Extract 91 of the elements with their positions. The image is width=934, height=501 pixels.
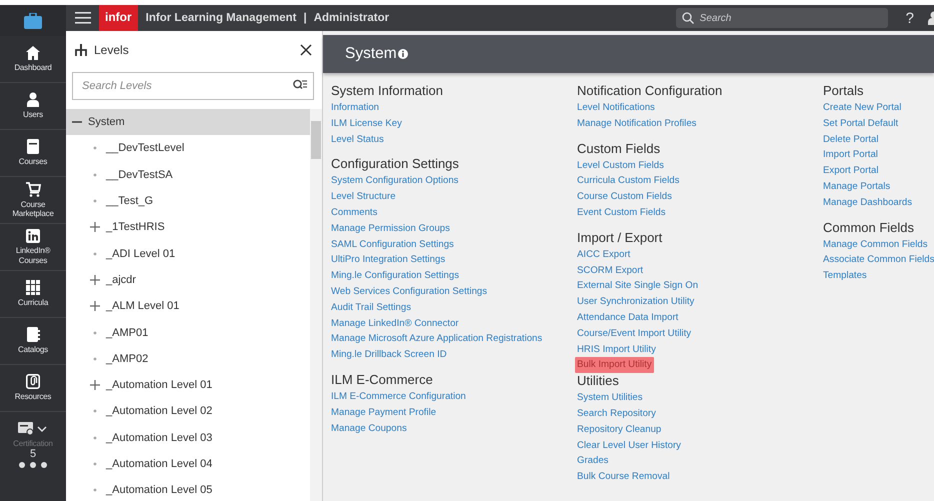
certificate-icon [18, 422, 48, 436]
admin-link[interactable]: Information [331, 100, 379, 116]
brand-logo: infor [99, 5, 138, 31]
admin-link[interactable]: Manage Portals [823, 178, 890, 195]
admin-link[interactable]: Course Custom Fields [577, 189, 672, 205]
admin-link[interactable]: Import Portal [823, 147, 878, 164]
admin-link[interactable]: Manage Coupons [331, 420, 407, 436]
search-field[interactable]: Search [676, 8, 888, 28]
admin-link[interactable]: ILM E-Commerce Configuration [331, 388, 466, 405]
search-icon [682, 12, 694, 24]
admin-link[interactable]: Manage Permission Groups [331, 220, 450, 237]
admin-link[interactable]: AICC Export [577, 246, 630, 263]
admin-link[interactable]: Course/Event Import Utility [577, 326, 692, 342]
admin-link[interactable]: External Site Single Sign On [577, 278, 698, 294]
admin-link[interactable]: Ming.le Drillback Screen ID [331, 347, 447, 363]
admin-link[interactable]: Associate Common Fields [823, 252, 934, 268]
admin-link[interactable]: HRIS Import Utility [577, 342, 656, 358]
admin-link[interactable]: Level Custom Fields [577, 158, 664, 174]
admin-link[interactable]: Attendance Data Import [577, 310, 678, 326]
admin-link[interactable]: Manage LinkedIn® Connector [331, 316, 459, 332]
user-icon [27, 92, 39, 108]
admin-link[interactable]: Level Notifications [577, 100, 655, 116]
role-label: Administrator [314, 12, 390, 24]
section-heading: Portals [823, 83, 864, 99]
close-icon[interactable] [300, 44, 312, 56]
admin-link[interactable]: Manage Common Fields [823, 236, 928, 252]
panel-title: Levels [94, 43, 129, 57]
admin-link[interactable]: System Configuration Options [331, 173, 458, 190]
section-heading: System Information [331, 83, 444, 99]
admin-link[interactable]: Bulk Course Removal [577, 469, 670, 485]
cart-icon [26, 182, 40, 197]
books-icon [26, 280, 40, 296]
admin-link[interactable]: Ming.le Configuration Settings [331, 268, 459, 284]
admin-link[interactable]: Manage Microsoft Azure Application Registrations [331, 331, 542, 348]
admin-link[interactable]: Event Custom Fields [577, 204, 666, 221]
admin-link[interactable]: Level Structure [331, 189, 396, 205]
admin-link[interactable]: System Utilities [577, 390, 643, 406]
user-icon[interactable] [926, 11, 934, 25]
admin-link[interactable]: Comments [331, 204, 378, 221]
admin-link[interactable]: Grades [577, 453, 608, 470]
section-heading: Import / Export [577, 230, 664, 246]
home-icon [26, 46, 40, 60]
search-filter-icon [293, 79, 307, 91]
admin-link[interactable]: Set Portal Default [823, 116, 898, 132]
admin-link[interactable]: Curricula Custom Fields [577, 173, 680, 190]
admin-link[interactable]: Templates [823, 268, 867, 284]
expand-icon[interactable] [90, 380, 100, 390]
scrollbar[interactable] [310, 109, 322, 501]
section-heading: Common Fields [823, 220, 916, 236]
admin-link[interactable]: Web Services Configuration Settings [331, 284, 488, 300]
section-heading: Notification Configuration [577, 83, 724, 99]
admin-link[interactable]: Repository Cleanup [577, 422, 662, 438]
search-field[interactable]: Search Levels [72, 72, 314, 100]
help-button[interactable]: ? [906, 10, 914, 26]
admin-link[interactable]: Search Repository [577, 406, 656, 422]
tree-item[interactable]: System [66, 109, 310, 136]
admin-link[interactable]: Create New Portal [823, 100, 902, 116]
admin-link[interactable]: Bulk Import Utility [575, 357, 654, 374]
page-title: System [345, 45, 397, 63]
section-heading: Utilities [577, 373, 620, 390]
admin-link[interactable]: Audit Trail Settings [331, 300, 411, 316]
paperclip-icon [26, 374, 40, 390]
admin-link[interactable]: Level Status [331, 132, 384, 148]
expand-icon[interactable] [90, 301, 100, 312]
admin-link[interactable]: Delete Portal [823, 132, 878, 148]
title-separator: | [303, 12, 307, 24]
linkedin-icon [26, 229, 40, 244]
menu-icon[interactable] [75, 12, 91, 24]
book-icon [27, 139, 39, 154]
notebook-icon [26, 327, 40, 342]
admin-link[interactable]: SCORM Export [577, 262, 644, 278]
info-icon[interactable] [398, 49, 408, 59]
expand-icon[interactable] [90, 274, 100, 285]
expand-icon[interactable] [90, 222, 100, 232]
admin-link[interactable]: ILM License Key [331, 116, 402, 132]
admin-link[interactable]: Manage Dashboards [823, 194, 912, 211]
admin-link[interactable]: Manage Payment Profile [331, 404, 436, 421]
section-heading: Configuration Settings [331, 156, 460, 172]
certification-count: 5 [30, 448, 36, 460]
admin-link[interactable]: Manage Notification Profiles [577, 116, 696, 132]
admin-link[interactable]: User Synchronization Utility [577, 294, 694, 310]
admin-link[interactable]: Export Portal [823, 163, 878, 179]
section-heading: ILM E-Commerce [331, 372, 434, 388]
hierarchy-icon [74, 44, 88, 56]
admin-link[interactable]: SAML Configuration Settings [331, 236, 454, 252]
more-icon[interactable] [18, 462, 48, 468]
admin-link[interactable]: UltiPro Integration Settings [331, 252, 446, 268]
app-title: Infor Learning Management [146, 12, 296, 24]
admin-link[interactable]: Clear Level User History [577, 438, 681, 454]
section-heading: Custom Fields [577, 140, 662, 157]
briefcase-icon[interactable] [24, 12, 42, 28]
